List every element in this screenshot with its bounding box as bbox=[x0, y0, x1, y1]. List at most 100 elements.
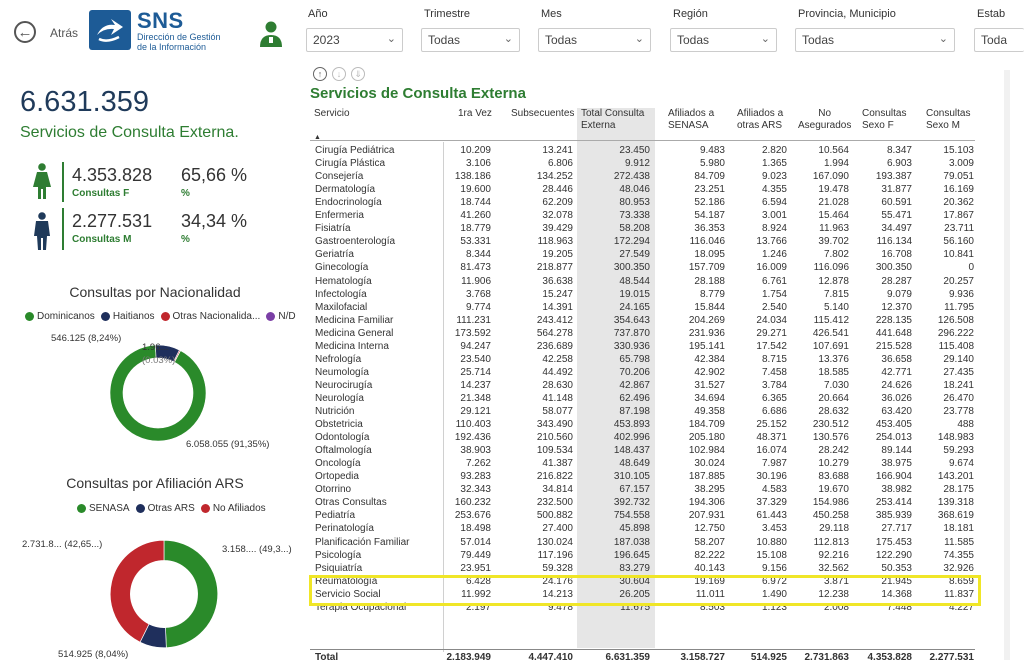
table-row[interactable]: Planificación Familiar 57.014 130.024 187.0… bbox=[313, 537, 975, 550]
table-row[interactable]: Psiquiatría 23.951 59.328 83.279 40.143 9.156… bbox=[313, 563, 975, 576]
cell-total-consulta: 300.350 bbox=[613, 262, 650, 274]
table-row[interactable]: Oftalmología 38.903 109.534 148.437 102.984 1… bbox=[313, 445, 975, 458]
cell-servicio: Endocrinología bbox=[315, 197, 382, 209]
table-row[interactable]: Dermatología 19.600 28.446 48.046 23.251 4.35… bbox=[313, 184, 975, 197]
table-row[interactable]: Neumología 25.714 44.492 70.206 42.902 7.458 1… bbox=[313, 367, 975, 380]
cell-consultas-f: 6.903 bbox=[886, 158, 912, 170]
back-label[interactable]: Atrás bbox=[50, 26, 78, 40]
drill-up-icon[interactable]: ↑ bbox=[313, 67, 327, 81]
header-total-consulta[interactable]: Total Consulta Externa bbox=[581, 108, 644, 132]
table-row[interactable]: Otorrino 32.343 34.814 67.157 38.295 4.583 19.… bbox=[313, 484, 975, 497]
table-row[interactable]: Odontología 192.436 210.560 402.996 205.180 4… bbox=[313, 432, 975, 445]
cell-consultas-m: 18.241 bbox=[943, 379, 974, 391]
table-row[interactable]: Geriatría 8.344 19.205 27.549 18.095 1.246 7.8… bbox=[313, 249, 975, 262]
filter-estab-dropdown[interactable]: Toda bbox=[974, 28, 1024, 52]
total-row-cells[interactable]: Total 2.183.949 4.447.410 6.631.359 3.158.72… bbox=[313, 652, 975, 665]
table-row[interactable]: Gastroenterología 53.331 118.963 172.294 116… bbox=[313, 236, 975, 249]
user-icon[interactable] bbox=[258, 20, 284, 48]
header-afiliados-otras[interactable]: Afiliados a otras ARS bbox=[737, 108, 783, 132]
legend-item-senasa[interactable]: SENASA bbox=[77, 503, 130, 514]
cell-consultas-f: 385.939 bbox=[875, 510, 912, 522]
cell-subsecuentes: 13.241 bbox=[542, 145, 573, 156]
cell-subsecuentes: 27.400 bbox=[542, 523, 573, 535]
cell-servicio: Neumología bbox=[315, 366, 369, 378]
table-row[interactable]: Consejería 138.186 134.252 272.438 84.709 9.0… bbox=[313, 171, 975, 184]
cell-total-consulta: 392.732 bbox=[613, 497, 650, 509]
ars-label-senasa: 3.158.... (49,3...) bbox=[222, 544, 292, 555]
cell-afiliados-otras: 3.453 bbox=[761, 523, 787, 535]
table-row[interactable]: Cirugía Pediátrica 10.209 13.241 23.450 9.48… bbox=[313, 145, 975, 158]
expand-all-icon[interactable]: ⇓ bbox=[351, 67, 365, 81]
drill-down-icon[interactable]: ↓ bbox=[332, 67, 346, 81]
table-row[interactable]: Cirugía Plástica 3.106 6.806 9.912 5.980 1.36… bbox=[313, 158, 975, 171]
table-row[interactable]: Neurocirugía 14.237 28.630 42.867 31.527 3.78… bbox=[313, 380, 975, 393]
cell-afiliados-otras: 1.754 bbox=[761, 288, 787, 300]
header-1ra-vez[interactable]: 1ra Vez bbox=[458, 108, 492, 120]
filter-mes-dropdown[interactable]: Todas ⌄ bbox=[538, 28, 651, 52]
header-afiliados-senasa[interactable]: Afiliados a SENASA bbox=[668, 108, 714, 132]
table-row[interactable]: Nutrición 29.121 58.077 87.198 49.358 6.686 28… bbox=[313, 406, 975, 419]
header-servicio[interactable]: Servicio bbox=[314, 108, 350, 120]
header-no-asegurados[interactable]: No Asegurados bbox=[798, 108, 851, 132]
filter-trimestre-dropdown[interactable]: Todas ⌄ bbox=[421, 28, 520, 52]
table-row[interactable]: Medicina General 173.592 564.278 737.870 231… bbox=[313, 328, 975, 341]
table-row[interactable]: Pediatría 253.676 500.882 754.558 207.931 61.… bbox=[313, 510, 975, 523]
filter-provincia-dropdown[interactable]: Todas ⌄ bbox=[795, 28, 955, 52]
table-row[interactable]: Medicina Familiar 111.231 243.412 354.643 20… bbox=[313, 315, 975, 328]
cell-subsecuentes: 109.534 bbox=[536, 445, 573, 457]
legend-item-nd[interactable]: N/D bbox=[266, 311, 296, 322]
table-row[interactable]: Enfermeria 41.260 32.078 73.338 54.187 3.001 1… bbox=[313, 210, 975, 223]
legend-item-haitianos[interactable]: Haitianos bbox=[100, 311, 155, 322]
table-row[interactable]: Perinatología 18.498 27.400 45.898 12.750 3.4… bbox=[313, 523, 975, 536]
cell-subsecuentes: 500.882 bbox=[536, 510, 573, 522]
back-arrow-icon[interactable]: ← bbox=[14, 21, 36, 43]
cell-total-consulta: 48.046 bbox=[619, 184, 650, 196]
table-row[interactable]: Psicología 79.449 117.196 196.645 82.222 15.1… bbox=[313, 550, 975, 563]
header-consultas-m[interactable]: Consultas Sexo M bbox=[926, 108, 970, 132]
cell-consultas-m: 143.201 bbox=[937, 471, 974, 483]
chevron-down-icon: ⌄ bbox=[634, 33, 644, 45]
table-scrollbar[interactable] bbox=[1004, 70, 1010, 660]
table-row[interactable]: Obstetricia 110.403 343.490 453.893 184.709 2… bbox=[313, 419, 975, 432]
cell-no-asegurados: 154.986 bbox=[812, 497, 849, 509]
cell-consultas-m: 488 bbox=[957, 419, 974, 431]
cell-consultas-f: 12.370 bbox=[881, 301, 912, 313]
table-row[interactable]: Otras Consultas 160.232 232.500 392.732 194.… bbox=[313, 497, 975, 510]
highlight-box bbox=[309, 575, 981, 606]
table-row[interactable]: Endocrinología 18.744 62.209 80.953 52.186 6.… bbox=[313, 197, 975, 210]
table-row[interactable]: Neurología 21.348 41.148 62.496 34.694 6.365 2… bbox=[313, 393, 975, 406]
filter-region-dropdown[interactable]: Todas ⌄ bbox=[670, 28, 777, 52]
legend-item-dominicanos[interactable]: Dominicanos bbox=[25, 311, 95, 322]
donut-slice-1[interactable] bbox=[163, 539, 219, 649]
cell-afiliados-senasa: 52.186 bbox=[694, 197, 725, 209]
table-row[interactable]: Infectología 3.768 15.247 19.015 8.779 1.754 7… bbox=[313, 289, 975, 302]
filter-ano-dropdown[interactable]: 2023 ⌄ bbox=[306, 28, 403, 52]
cell-subsecuentes: 118.963 bbox=[537, 236, 573, 248]
cell-no-asegurados: 130.576 bbox=[812, 432, 849, 444]
table-row[interactable]: Fisiatría 18.779 39.429 58.208 36.353 8.924 11… bbox=[313, 223, 975, 236]
legend-item-otras-ars[interactable]: Otras ARS bbox=[135, 503, 195, 514]
table-row[interactable]: Ortopedia 93.283 216.822 310.105 187.885 30.1… bbox=[313, 471, 975, 484]
table-row[interactable]: Maxilofacial 9.774 14.391 24.165 15.844 2.540… bbox=[313, 302, 975, 315]
cell-consultas-m: 139.318 bbox=[937, 497, 974, 509]
cell-no-asegurados: 116.096 bbox=[813, 262, 849, 274]
cell-subsecuentes: 44.492 bbox=[542, 366, 573, 378]
cell-consultas-f: 441.648 bbox=[875, 327, 912, 339]
table-row[interactable]: Hematología 11.906 36.638 48.544 28.188 6.761… bbox=[313, 276, 975, 289]
table-row[interactable]: Medicina Interna 94.247 236.689 330.936 195.… bbox=[313, 341, 975, 354]
table-row[interactable]: Nefrología 23.540 42.258 65.798 42.384 8.715 1… bbox=[313, 354, 975, 367]
ars-donut-chart[interactable] bbox=[108, 538, 220, 650]
cell-consultas-m: 2.277.531 bbox=[929, 652, 975, 663]
cell-afiliados-otras: 17.542 bbox=[756, 340, 787, 352]
cell-no-asegurados: 167.090 bbox=[812, 171, 849, 183]
cell-total-consulta: 73.338 bbox=[619, 210, 650, 222]
legend-item-no-afiliados[interactable]: No Afiliados bbox=[200, 503, 266, 514]
legend-item-otras[interactable]: Otras Nacionalida... bbox=[160, 311, 260, 322]
table-row[interactable]: Ginecología 81.473 218.877 300.350 157.709 16… bbox=[313, 262, 975, 275]
cell-consultas-m: 9.674 bbox=[948, 458, 974, 470]
total-consultas-subtitle: Servicios de Consulta Externa. bbox=[20, 124, 239, 141]
header-consultas-f[interactable]: Consultas Sexo F bbox=[862, 108, 906, 132]
table-row[interactable]: Oncología 7.262 41.387 48.649 30.024 7.987 10.… bbox=[313, 458, 975, 471]
cell-consultas-f: 42.771 bbox=[881, 366, 912, 378]
header-subsecuentes[interactable]: Subsecuentes bbox=[511, 108, 574, 120]
